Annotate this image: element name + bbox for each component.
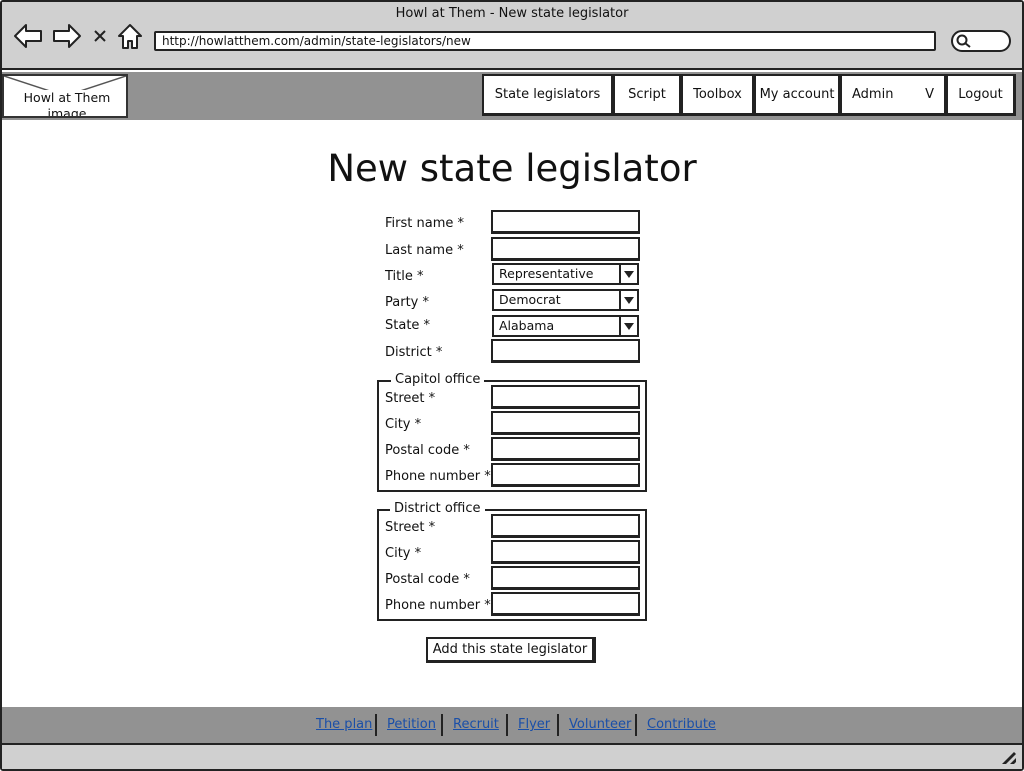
district-postal-code-label: Postal code * [385,572,470,587]
district-city-label: City * [385,546,422,561]
district-postal-code-input[interactable] [491,566,640,590]
capitol-phone-label: Phone number * [385,469,491,484]
district-street-label: Street * [385,520,436,535]
forward-arrow-icon[interactable] [52,21,82,51]
district-phone-input[interactable] [491,592,640,616]
state-select[interactable]: Alabama [492,315,639,337]
dropdown-arrow-icon [619,317,637,335]
title-label: Title * [385,269,424,284]
close-icon[interactable] [88,21,112,51]
capitol-phone-input[interactable] [491,463,640,487]
window-title: Howl at Them - New state legislator [395,6,629,21]
footer-separator [506,714,508,736]
capitol-street-input[interactable] [491,385,640,409]
state-select-value: Alabama [499,318,555,333]
site-footer [2,707,1022,743]
title-select[interactable]: Representative [492,263,639,285]
district-office-legend: District office [390,501,485,517]
capitol-postal-code-input[interactable] [491,437,640,461]
footer-separator [635,714,637,736]
home-icon[interactable] [115,21,145,51]
capitol-street-label: Street * [385,391,436,406]
capitol-office-legend: Capitol office [391,372,485,388]
party-label: Party * [385,295,429,310]
footer-link-contribute[interactable]: Contribute [647,716,716,733]
nav-admin-dropdown[interactable]: Admin V [840,74,947,116]
capitol-postal-code-label: Postal code * [385,443,470,458]
url-input[interactable]: http://howlatthem.com/admin/state-legisl… [154,31,936,51]
search-icon [956,34,971,48]
browser-status-bar [2,743,1022,769]
nav-state-legislators[interactable]: State legislators [482,74,614,116]
nav-my-account[interactable]: My account [754,74,841,116]
footer-link-petition[interactable]: Petition [387,716,436,733]
nav-logout[interactable]: Logout [946,74,1016,116]
footer-link-volunteer[interactable]: Volunteer [569,716,631,733]
first-name-label: First name * [385,216,464,231]
footer-separator [557,714,559,736]
last-name-input[interactable] [491,237,640,261]
footer-link-flyer[interactable]: Flyer [518,716,550,733]
title-select-value: Representative [499,266,594,281]
footer-separator [441,714,443,736]
capitol-city-input[interactable] [491,411,640,435]
footer-link-recruit[interactable]: Recruit [453,716,499,733]
party-select[interactable]: Democrat [492,289,639,311]
dropdown-arrow-icon [619,265,637,283]
nav-toolbox[interactable]: Toolbox [681,74,755,116]
resize-grip-icon[interactable] [998,748,1018,766]
district-phone-label: Phone number * [385,598,491,613]
district-label: District * [385,345,443,360]
footer-separator [375,714,377,736]
back-arrow-icon[interactable] [13,21,43,51]
district-city-input[interactable] [491,540,640,564]
state-label: State * [385,318,431,333]
chevron-down-icon: V [925,87,934,102]
logo-image-placeholder: Howl at Them image [2,74,128,118]
nav-script[interactable]: Script [613,74,682,116]
district-input[interactable] [491,339,640,363]
first-name-input[interactable] [491,210,640,234]
last-name-label: Last name * [385,243,464,258]
party-select-value: Democrat [499,292,561,307]
capitol-city-label: City * [385,417,422,432]
browser-search-field[interactable] [951,30,1011,52]
footer-link-plan[interactable]: The plan [316,716,372,733]
district-street-input[interactable] [491,514,640,538]
dropdown-arrow-icon [619,291,637,309]
nav-admin-label: Admin [852,87,894,102]
logo-label: Howl at Them image [4,90,126,116]
page-title: New state legislator [327,147,697,190]
add-state-legislator-button[interactable]: Add this state legislator [426,637,596,663]
